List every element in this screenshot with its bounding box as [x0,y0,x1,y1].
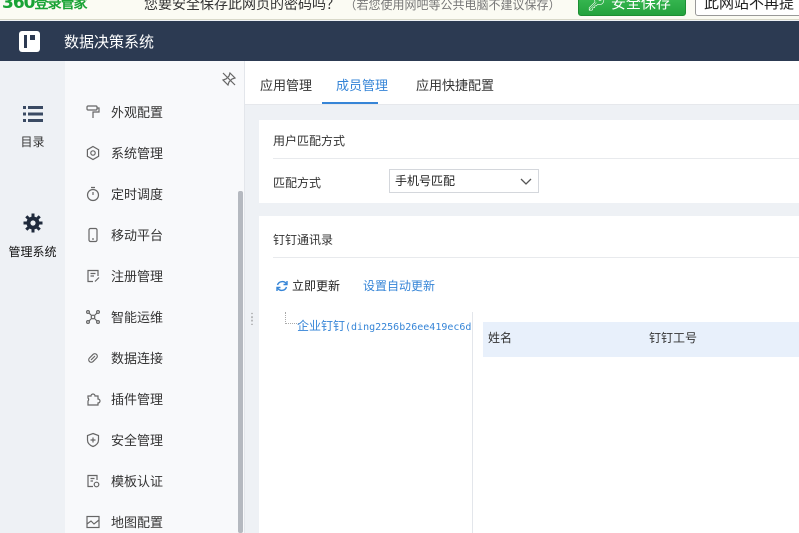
panel-resize-handle[interactable]: ⋮ ⋮ [247,313,257,330]
submenu-item-schedule[interactable]: 定时调度 [65,173,240,214]
refresh-icon [276,280,288,291]
safe-save-button[interactable]: 🔑︎ 安全保存 [578,0,686,16]
submenu-item-system[interactable]: 系统管理 [65,132,240,173]
column-header-name: 姓名 [488,331,513,345]
map-icon [86,515,100,528]
tab-bar: 应用管理 成员管理 应用快捷配置 [245,61,799,105]
divider [273,158,799,159]
auto-update-settings-link[interactable]: 设置自动更新 [363,277,435,294]
nav-rail: 目录 管理系统 [0,61,65,533]
tab-app-management[interactable]: 应用管理 [260,75,312,94]
user-match-panel: 用户匹配方式 匹配方式 手机号匹配 [259,120,799,203]
app-title: 数据决策系统 [64,33,155,51]
settings-icon [86,145,100,160]
gear-icon [23,213,42,233]
org-tree: 企业钉钉(ding2256b26ee419ec6d2 [281,312,473,533]
template-icon [87,474,100,487]
list-icon [22,106,43,122]
link-icon [88,352,98,363]
submenu-item-security[interactable]: 安全管理 [65,419,240,460]
submenu-item-plugins[interactable]: 插件管理 [65,378,240,419]
divider [273,257,799,258]
section-title: 钉钉通讯录 [273,233,334,247]
active-tab-indicator [322,102,378,104]
360-logo: 360登录管家 [2,0,88,13]
submenu-item-appearance[interactable]: 外观配置 [65,91,240,132]
submenu-scrollbar[interactable] [238,191,243,533]
puzzle-icon [87,392,101,406]
dingtalk-directory-panel: 钉钉通讯录 立即更新 设置自动更新 企业钉钉(ding2256b26ee419e… [259,216,799,533]
never-save-button[interactable]: 此网站不再提 [695,0,799,16]
submenu-item-data-connection[interactable]: 数据连接 [65,337,240,378]
submenu-item-template-auth[interactable]: 模板认证 [65,460,240,501]
match-mode-select[interactable]: 手机号匹配 [389,169,539,193]
register-icon [87,269,100,282]
app-logo-icon [19,31,40,52]
member-table-header: 姓名 钉钉工号 [483,322,799,357]
column-header-ding-id: 钉钉工号 [649,331,698,345]
management-submenu: 外观配置 系统管理 定时调度 移动平台 注册管理 智能运维 数据连接 插件管理 … [65,61,245,533]
rail-item-label: 目录 [20,135,45,149]
save-password-hint: （若您使用网吧等公共电脑不建议保存） [344,0,561,12]
tab-member-management[interactable]: 成员管理 [336,75,388,94]
paint-roller-icon [86,104,100,118]
match-mode-label: 匹配方式 [273,176,322,190]
section-title: 用户匹配方式 [273,134,346,148]
rail-item-label: 管理系统 [8,245,57,259]
rail-item-management[interactable]: 管理系统 [0,213,65,260]
submenu-item-mobile[interactable]: 移动平台 [65,214,240,255]
app-header: 数据决策系统 [0,21,799,61]
timer-icon [86,186,100,201]
network-icon [86,309,101,324]
tree-node-enterprise[interactable]: 企业钉钉(ding2256b26ee419ec6d2 [297,317,472,334]
shield-icon [86,432,100,447]
submenu-item-ops[interactable]: 智能运维 [65,296,240,337]
password-save-bar: 360登录管家 您要安全保存此网页的密码吗？ （若您使用网吧等公共电脑不建议保存… [0,0,799,20]
submenu-item-register[interactable]: 注册管理 [65,255,240,296]
refresh-now-button[interactable]: 立即更新 [275,277,340,294]
tab-app-quick-config[interactable]: 应用快捷配置 [416,75,494,94]
key-icon: 🔑︎ [587,0,607,12]
chevron-down-icon [520,178,532,185]
rail-item-directory[interactable]: 目录 [0,105,65,150]
unpin-icon[interactable] [221,71,237,87]
save-password-prompt: 您要安全保存此网页的密码吗？ （若您使用网吧等公共电脑不建议保存） [144,0,561,13]
mobile-icon [88,227,98,242]
submenu-item-map[interactable]: 地图配置 [65,501,240,533]
